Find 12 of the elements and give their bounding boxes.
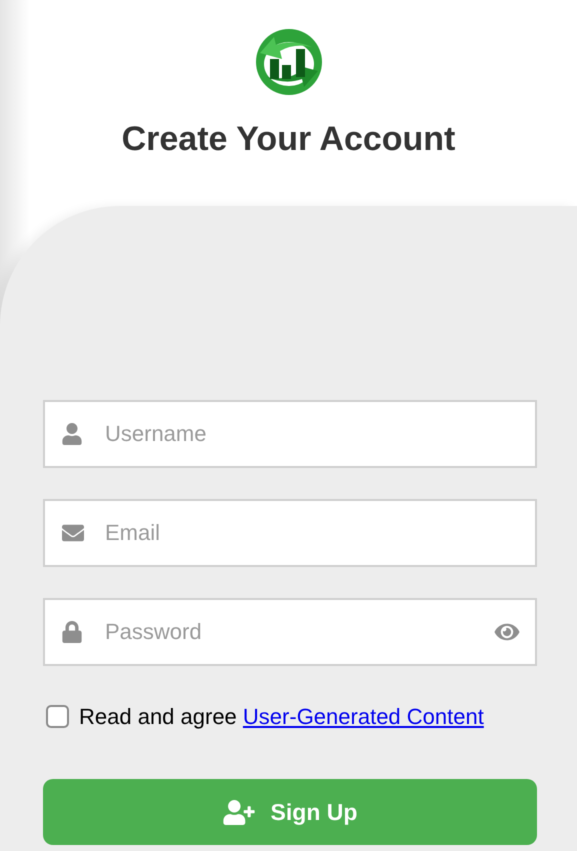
terms-link[interactable]: User-Generated Content [242, 704, 484, 729]
input-field[interactable]: Username [43, 400, 537, 468]
lock-icon [61, 621, 83, 643]
envelope-icon [61, 522, 85, 544]
eye-icon[interactable] [493, 621, 521, 643]
user-icon [61, 423, 83, 445]
agree-checkbox[interactable] [46, 705, 69, 728]
user-plus-icon [222, 800, 255, 824]
page-title: Create Your Account [122, 119, 456, 160]
input-field[interactable]: Password [43, 598, 537, 666]
agree-label: Read and agree [79, 704, 237, 729]
input-field[interactable]: Email [43, 499, 537, 567]
